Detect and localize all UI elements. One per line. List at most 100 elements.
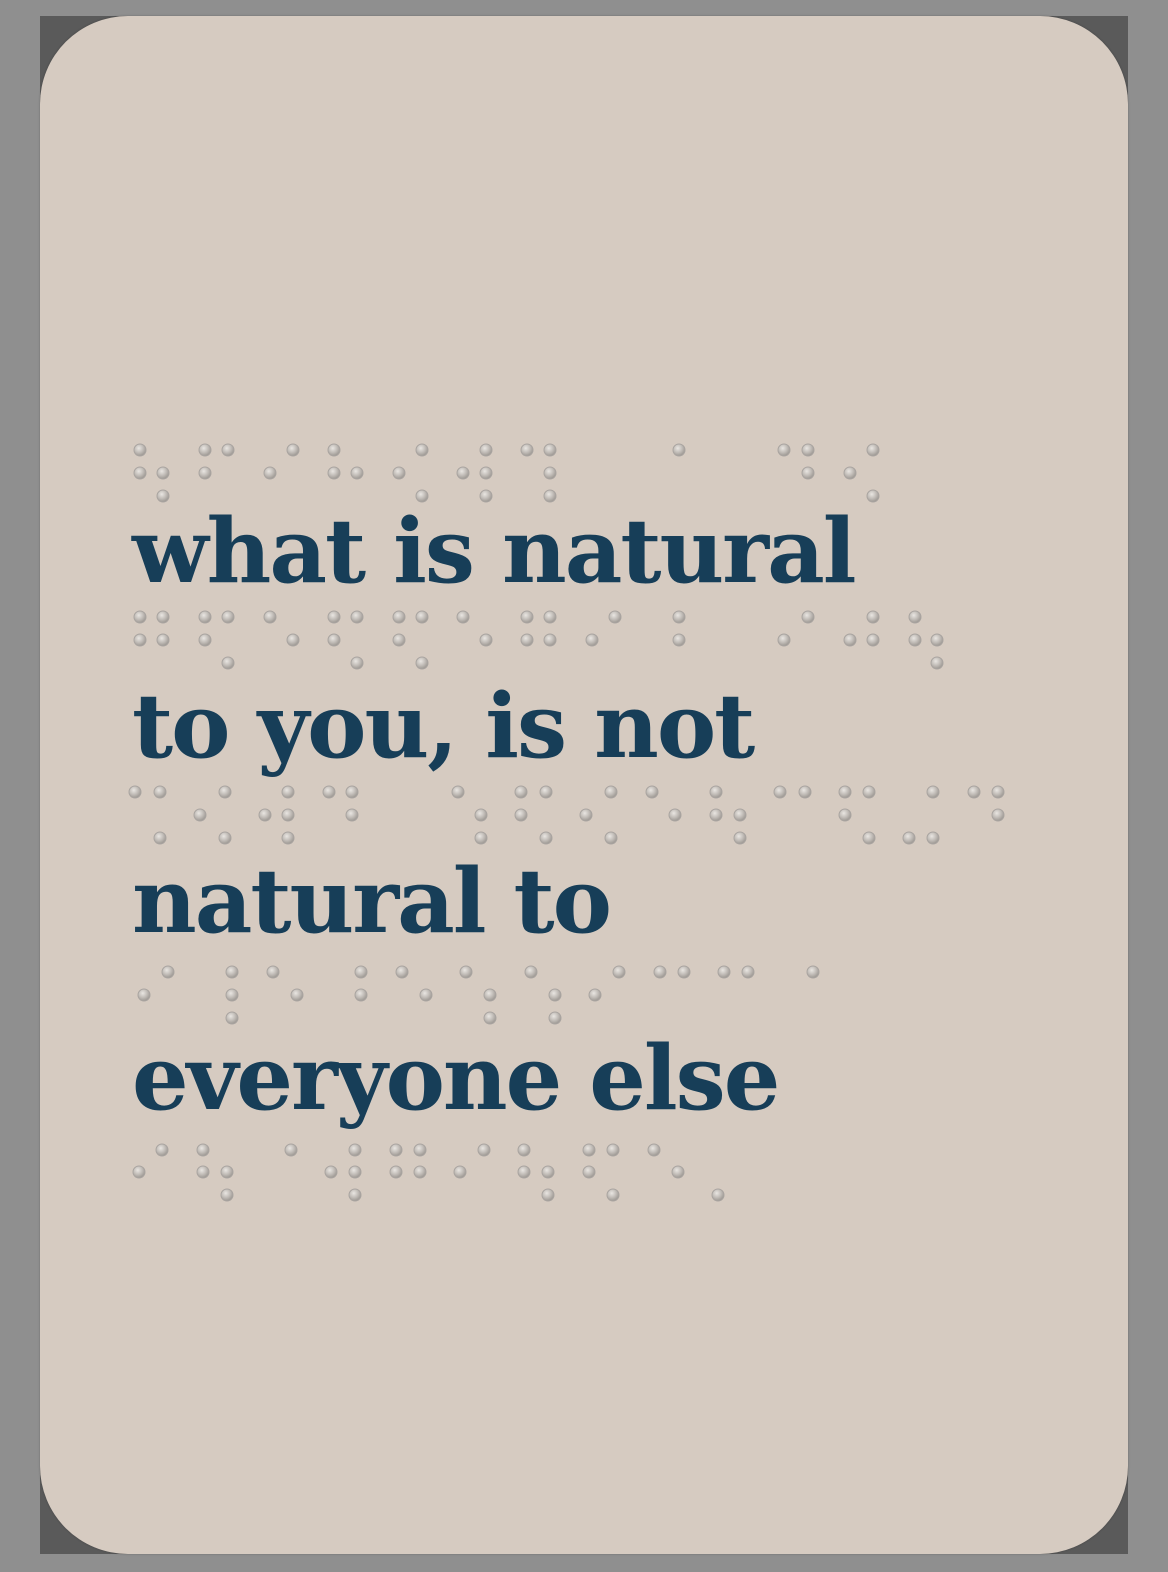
braille-dot <box>866 633 880 647</box>
braille-dot <box>137 988 151 1002</box>
braille-dot <box>926 831 940 845</box>
braille-dot <box>514 785 528 799</box>
braille-dot <box>198 443 212 457</box>
braille-dot <box>926 785 940 799</box>
braille-dot <box>606 1143 620 1157</box>
braille-dot <box>930 633 944 647</box>
braille-dot <box>801 466 815 480</box>
braille-dot <box>967 785 981 799</box>
braille-dot <box>133 610 147 624</box>
braille-dot <box>709 785 723 799</box>
braille-dot <box>395 965 409 979</box>
braille-dot <box>133 443 147 457</box>
braille-dot <box>543 610 557 624</box>
braille-dot <box>354 965 368 979</box>
braille-dot <box>672 633 686 647</box>
braille-dot <box>548 1011 562 1025</box>
braille-dot <box>543 633 557 647</box>
braille-dot <box>991 785 1005 799</box>
braille-dot <box>419 988 433 1002</box>
braille-dots-layer <box>128 443 1005 1202</box>
braille-dot <box>541 1188 555 1202</box>
braille-dot <box>348 1143 362 1157</box>
braille-dot <box>324 1165 338 1179</box>
braille-dot <box>606 1188 620 1202</box>
braille-dot <box>608 610 622 624</box>
braille-dot <box>193 808 207 822</box>
braille-dot <box>220 1165 234 1179</box>
braille-dot <box>221 656 235 670</box>
braille-dot <box>348 1165 362 1179</box>
braille-dot <box>672 443 686 457</box>
braille-dot <box>225 1011 239 1025</box>
braille-dot <box>741 965 755 979</box>
braille-dot <box>161 965 175 979</box>
braille-dot <box>281 785 295 799</box>
braille-dot <box>198 633 212 647</box>
braille-dot <box>415 610 429 624</box>
braille-dot <box>543 466 557 480</box>
braille-dot <box>156 466 170 480</box>
braille-dot <box>198 610 212 624</box>
quote-line-4: everyone else <box>132 1025 780 1130</box>
braille-dot <box>220 1188 234 1202</box>
braille-dot <box>843 633 857 647</box>
braille-dot <box>838 785 852 799</box>
braille-dot <box>153 831 167 845</box>
braille-dot <box>415 443 429 457</box>
braille-dot <box>520 633 534 647</box>
braille-dot <box>196 1165 210 1179</box>
braille-dot <box>327 443 341 457</box>
braille-dot <box>517 1165 531 1179</box>
braille-dot <box>453 1165 467 1179</box>
braille-dot <box>991 808 1005 822</box>
braille-dot <box>672 610 686 624</box>
braille-dot <box>218 785 232 799</box>
braille-dot <box>281 808 295 822</box>
braille-dot <box>843 466 857 480</box>
braille-dot <box>801 443 815 457</box>
braille-dot <box>196 1143 210 1157</box>
braille-dot <box>541 1165 555 1179</box>
braille-dot <box>350 466 364 480</box>
braille-dot <box>474 808 488 822</box>
braille-dot <box>582 1143 596 1157</box>
braille-dot <box>520 443 534 457</box>
braille-dot <box>543 443 557 457</box>
braille-dot <box>838 808 852 822</box>
braille-dot <box>902 831 916 845</box>
braille-dot <box>866 443 880 457</box>
braille-dot <box>717 965 731 979</box>
braille-dot <box>514 808 528 822</box>
braille-dot <box>479 633 493 647</box>
braille-dot <box>588 988 602 1002</box>
quote-line-3: natural to <box>132 848 612 953</box>
braille-dot <box>930 656 944 670</box>
braille-dot <box>413 1143 427 1157</box>
braille-dot <box>153 785 167 799</box>
braille-dot <box>225 965 239 979</box>
braille-dot <box>773 785 787 799</box>
braille-dot <box>415 656 429 670</box>
braille-dot <box>539 831 553 845</box>
braille-dot <box>866 489 880 503</box>
braille-dot <box>286 633 300 647</box>
braille-dot <box>806 965 820 979</box>
braille-dot <box>908 610 922 624</box>
braille-dot <box>327 610 341 624</box>
braille-dot <box>198 466 212 480</box>
braille-dot <box>281 831 295 845</box>
braille-dot <box>483 1011 497 1025</box>
braille-dot <box>128 785 142 799</box>
braille-dot <box>709 808 723 822</box>
braille-dot <box>459 965 473 979</box>
braille-dot <box>389 1143 403 1157</box>
braille-dot <box>677 965 691 979</box>
braille-dot <box>290 988 304 1002</box>
braille-dot <box>413 1165 427 1179</box>
quote-line-2: to you, is not <box>132 673 755 778</box>
braille-dot <box>653 965 667 979</box>
braille-dot <box>612 965 626 979</box>
braille-dot <box>524 965 538 979</box>
braille-dot <box>604 831 618 845</box>
